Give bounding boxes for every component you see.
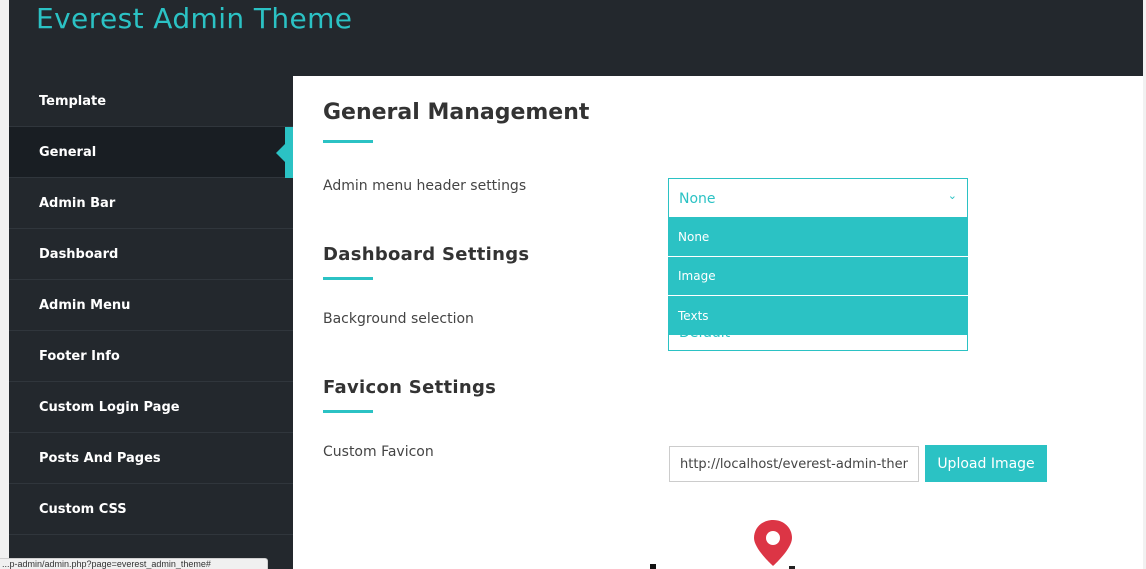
admin-menu-header-dropdown: None Image Texts [668, 218, 968, 335]
sidebar-item-template[interactable]: Template [9, 76, 293, 127]
sidebar: Template General Admin Bar Dashboard Adm… [9, 76, 293, 569]
favicon-underline [323, 410, 373, 413]
left-edge-strip [0, 0, 9, 569]
upload-image-button[interactable]: Upload Image [925, 445, 1047, 482]
dashboard-underline [323, 277, 373, 280]
sidebar-item-custom-css[interactable]: Custom CSS [9, 484, 293, 535]
sidebar-item-admin-menu[interactable]: Admin Menu [9, 280, 293, 331]
dropdown-option-texts[interactable]: Texts [668, 296, 968, 335]
sidebar-item-general[interactable]: General [9, 127, 293, 178]
logo-fragment [650, 564, 656, 569]
main-content: General Management Admin menu header set… [293, 76, 1143, 569]
page-title: General Management [323, 100, 590, 125]
admin-menu-header-select[interactable]: None ⌄ [668, 178, 968, 218]
sidebar-item-dashboard[interactable]: Dashboard [9, 229, 293, 280]
sidebar-item-footer-info[interactable]: Footer Info [9, 331, 293, 382]
favicon-settings-title: Favicon Settings [323, 377, 497, 398]
sidebar-item-posts-and-pages[interactable]: Posts And Pages [9, 433, 293, 484]
custom-favicon-label: Custom Favicon [323, 444, 434, 460]
admin-menu-header-label: Admin menu header settings [323, 178, 527, 194]
app-title: Everest Admin Theme [36, 2, 353, 35]
chevron-down-icon: ⌄ [947, 189, 957, 202]
dashboard-settings-title: Dashboard Settings [323, 244, 530, 265]
admin-menu-header-selected: None [679, 191, 716, 207]
top-header: Everest Admin Theme [9, 0, 1143, 76]
favicon-url-input[interactable] [669, 446, 919, 482]
background-selection-label: Background selection [323, 311, 474, 327]
browser-status-bar: ...p-admin/admin.php?page=everest_admin_… [0, 558, 268, 569]
dropdown-option-image[interactable]: Image [668, 257, 968, 296]
sidebar-item-admin-bar[interactable]: Admin Bar [9, 178, 293, 229]
location-pin-icon [754, 520, 792, 566]
title-underline [323, 140, 373, 143]
sidebar-item-custom-login-page[interactable]: Custom Login Page [9, 382, 293, 433]
dropdown-option-none[interactable]: None [668, 218, 968, 257]
